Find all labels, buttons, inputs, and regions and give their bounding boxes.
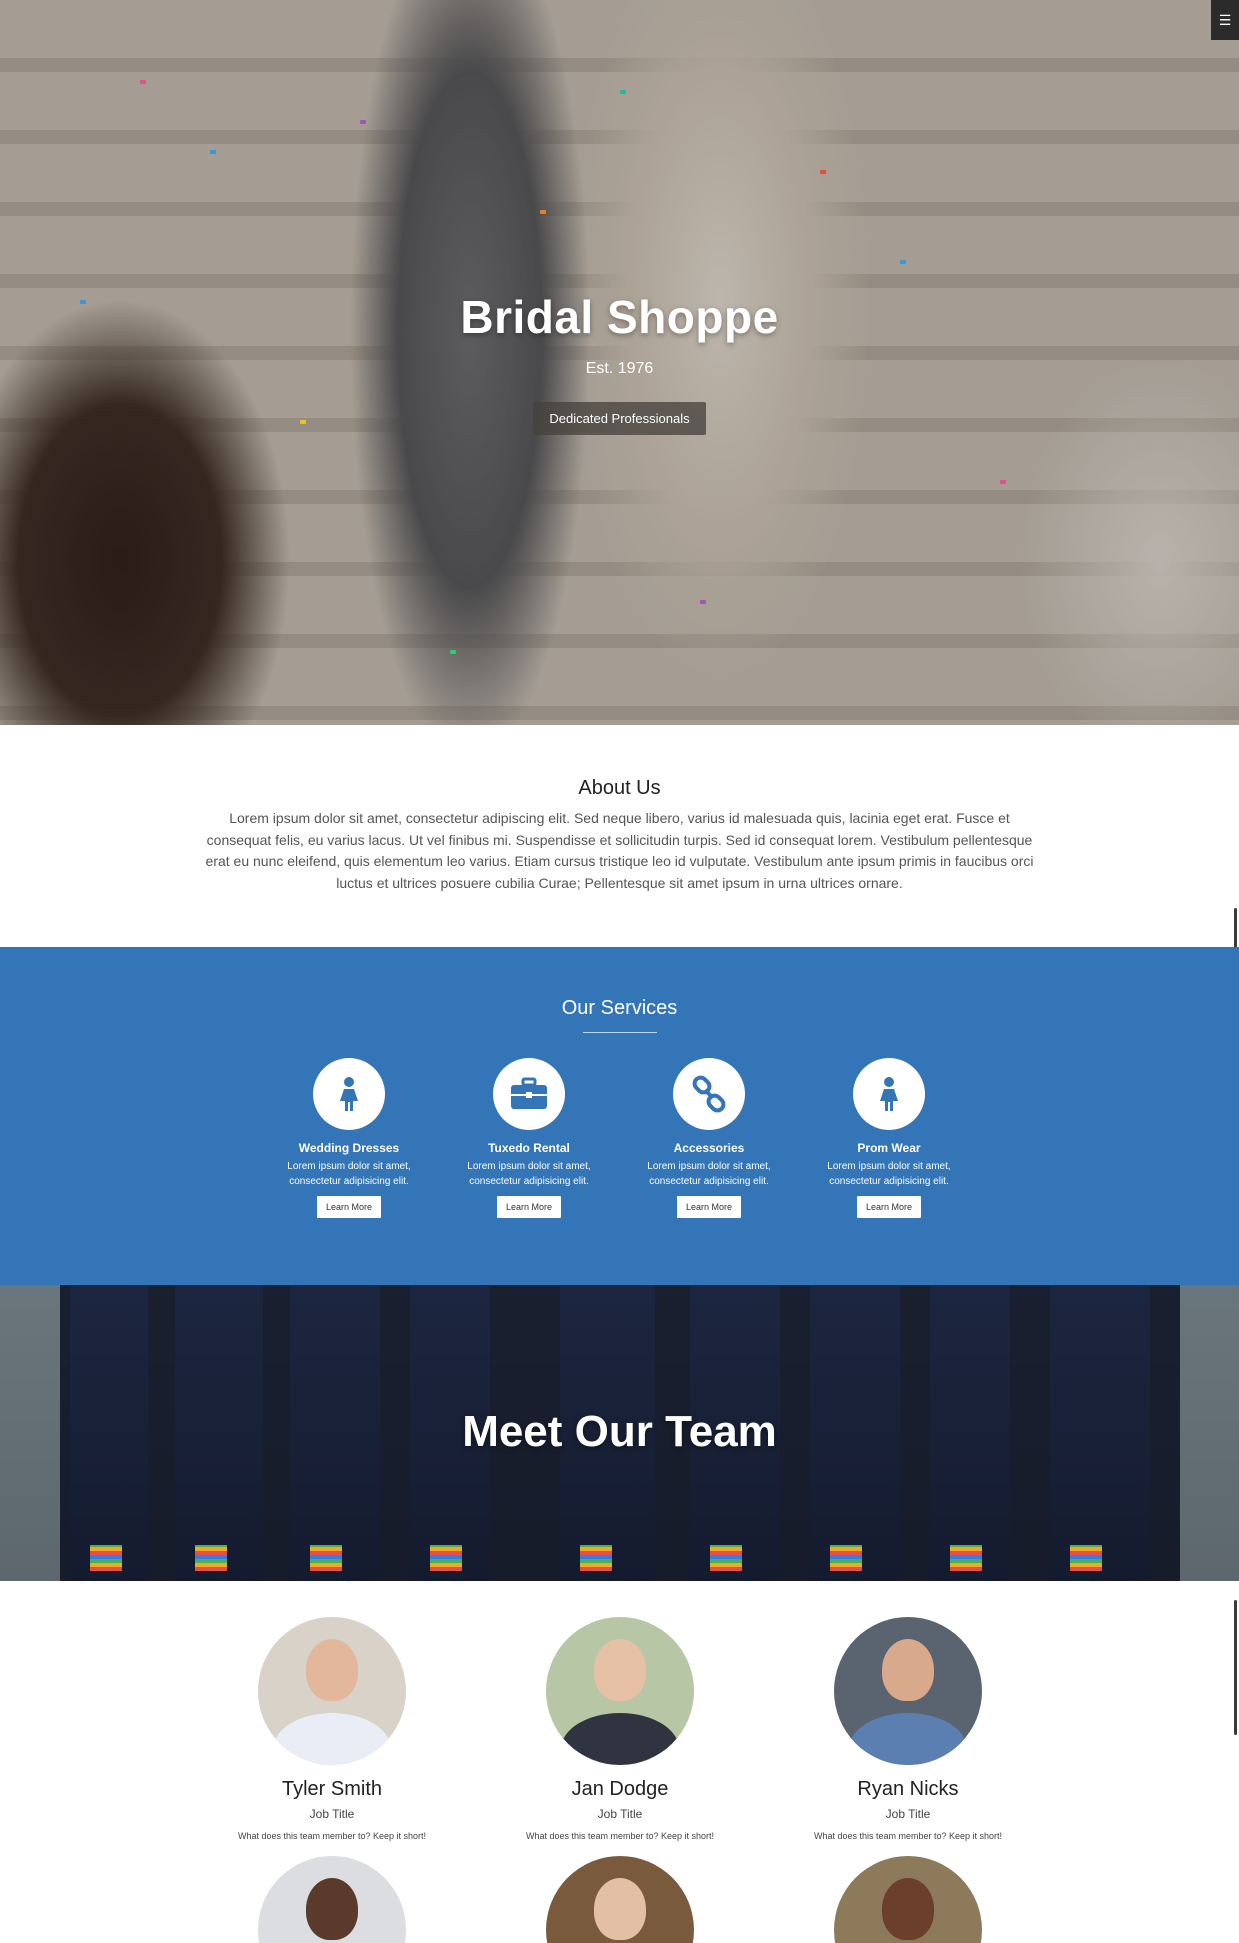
- team-member: [490, 1856, 750, 1943]
- team-member: Tyler Smith Job Title What does this tea…: [202, 1617, 462, 1841]
- confetti: [210, 150, 216, 154]
- service-icon-circle: [853, 1058, 925, 1130]
- link-icon: [692, 1075, 726, 1113]
- confetti: [140, 80, 146, 84]
- hero-content: Bridal Shoppe Est. 1976 Dedicated Profes…: [0, 290, 1239, 435]
- service-card: Prom Wear Lorem ipsum dolor sit amet, co…: [809, 1058, 969, 1218]
- team-banner-title: Meet Our Team: [462, 1407, 777, 1456]
- team-banner: Meet Our Team: [0, 1285, 1239, 1581]
- hero-button[interactable]: Dedicated Professionals: [533, 402, 706, 435]
- service-card: Wedding Dresses Lorem ipsum dolor sit am…: [269, 1058, 429, 1218]
- member-desc: What does this team member to? Keep it s…: [813, 1831, 1003, 1841]
- confetti: [820, 170, 826, 174]
- learn-more-button[interactable]: Learn More: [496, 1196, 562, 1218]
- service-icon-circle: [673, 1058, 745, 1130]
- hamburger-icon: ☰: [1218, 12, 1232, 28]
- confetti: [700, 600, 706, 604]
- service-icon-circle: [493, 1058, 565, 1130]
- service-text: Lorem ipsum dolor sit amet, consectetur …: [827, 1161, 951, 1187]
- confetti: [450, 650, 456, 654]
- title-divider: [582, 1032, 657, 1033]
- service-title: Wedding Dresses: [298, 1141, 400, 1155]
- confetti: [900, 260, 906, 264]
- team-member: Jan Dodge Job Title What does this team …: [490, 1617, 750, 1841]
- avatar: [834, 1617, 982, 1765]
- learn-more-button[interactable]: Learn More: [316, 1196, 382, 1218]
- about-text: Lorem ipsum dolor sit amet, consectetur …: [205, 810, 1034, 891]
- hero-title: Bridal Shoppe: [460, 291, 779, 343]
- confetti: [540, 210, 546, 214]
- avatar: [834, 1856, 982, 1943]
- about-section: About Us Lorem ipsum dolor sit amet, con…: [0, 725, 1239, 947]
- hero-section: ☰ Bridal Shoppe Est. 1976 Dedicated Prof…: [0, 0, 1239, 725]
- member-title: Job Title: [597, 1807, 643, 1821]
- menu-button[interactable]: ☰: [1211, 0, 1239, 40]
- learn-more-button[interactable]: Learn More: [856, 1196, 922, 1218]
- member-desc: What does this team member to? Keep it s…: [525, 1831, 715, 1841]
- confetti: [1000, 480, 1006, 484]
- services-section: Our Services Wedding Dresses Lorem ipsum…: [0, 947, 1239, 1285]
- service-title: Accessories: [673, 1141, 745, 1155]
- service-icon-circle: [313, 1058, 385, 1130]
- confetti: [360, 120, 366, 124]
- service-title: Tuxedo Rental: [488, 1141, 570, 1155]
- female-icon: [880, 1077, 898, 1111]
- team-member: Ryan Nicks Job Title What does this team…: [778, 1617, 1038, 1841]
- confetti: [620, 90, 626, 94]
- service-text: Lorem ipsum dolor sit amet, consectetur …: [467, 1161, 591, 1187]
- team-section: Tyler Smith Job Title What does this tea…: [0, 1581, 1239, 1943]
- member-name: Ryan Nicks: [857, 1778, 959, 1800]
- hero-subtitle: Est. 1976: [585, 360, 654, 377]
- service-card: Accessories Lorem ipsum dolor sit amet, …: [629, 1058, 789, 1218]
- member-name: Tyler Smith: [281, 1778, 383, 1800]
- female-icon: [340, 1077, 358, 1111]
- avatar: [546, 1856, 694, 1943]
- member-title: Job Title: [885, 1807, 931, 1821]
- services-title: Our Services: [561, 997, 678, 1019]
- avatar: [258, 1856, 406, 1943]
- team-member: [778, 1856, 1038, 1943]
- member-title: Job Title: [309, 1807, 355, 1821]
- service-card: Tuxedo Rental Lorem ipsum dolor sit amet…: [449, 1058, 609, 1218]
- service-title: Prom Wear: [857, 1141, 921, 1155]
- service-text: Lorem ipsum dolor sit amet, consectetur …: [647, 1161, 771, 1187]
- team-member: [202, 1856, 462, 1943]
- service-text: Lorem ipsum dolor sit amet, consectetur …: [287, 1161, 411, 1187]
- member-name: Jan Dodge: [571, 1778, 669, 1800]
- avatar: [258, 1617, 406, 1765]
- about-title: About Us: [578, 777, 661, 799]
- avatar: [546, 1617, 694, 1765]
- briefcase-icon: [511, 1077, 547, 1109]
- learn-more-button[interactable]: Learn More: [676, 1196, 742, 1218]
- scrollbar-thumb[interactable]: [1234, 1600, 1237, 1735]
- member-desc: What does this team member to? Keep it s…: [237, 1831, 427, 1841]
